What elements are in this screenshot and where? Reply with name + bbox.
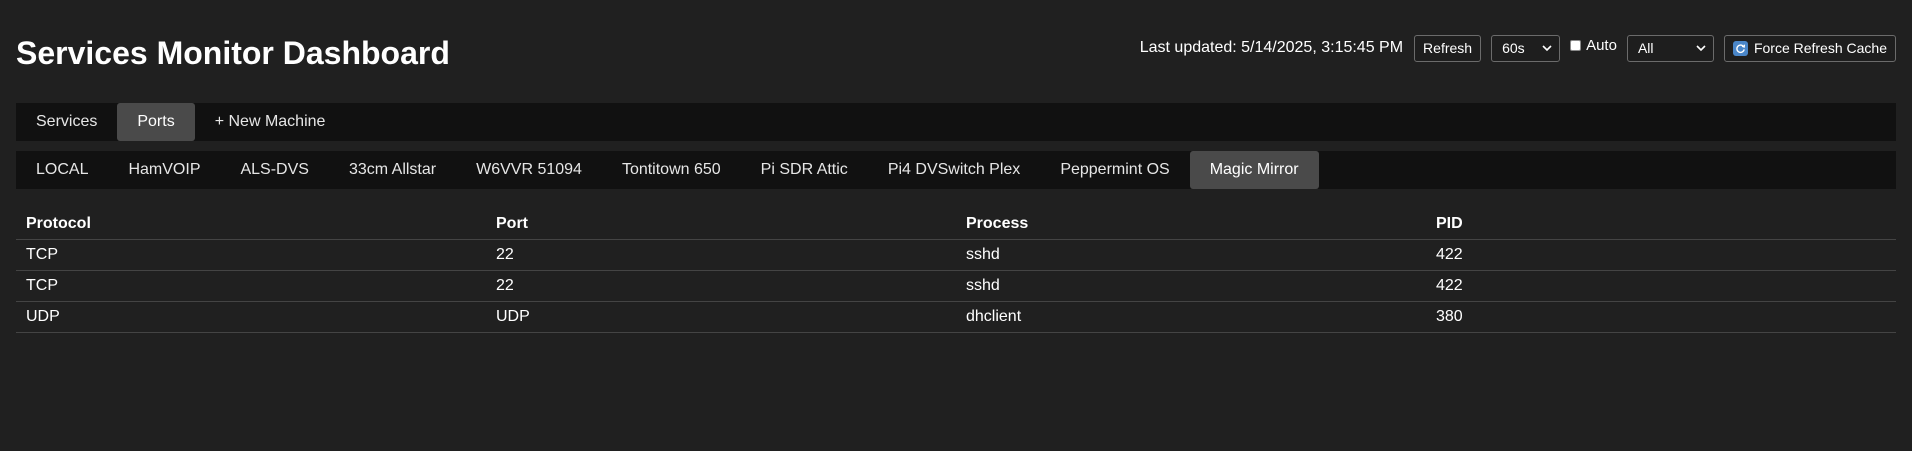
machine-tab-als-dvs[interactable]: ALS-DVS	[220, 151, 328, 189]
cell-process: sshd	[956, 270, 1426, 302]
tab-services[interactable]: Services	[16, 103, 117, 141]
main-tab-bar: Services Ports + New Machine	[16, 103, 1896, 141]
last-updated-text: Last updated: 5/14/2025, 3:15:45 PM	[1139, 39, 1404, 56]
column-header-port: Port	[486, 208, 956, 240]
machine-tab-w6vvr-51094[interactable]: W6VVR 51094	[456, 151, 602, 189]
table-row: TCP 22 sshd 422	[16, 270, 1896, 302]
table-header-row: Protocol Port Process PID	[16, 208, 1896, 240]
cell-pid: 380	[1426, 301, 1896, 333]
dashboard-page: Services Monitor Dashboard Last updated:…	[0, 0, 1912, 451]
cell-port: UDP	[486, 301, 956, 333]
machine-tab-local[interactable]: LOCAL	[16, 151, 108, 189]
machine-tab-hamvoip[interactable]: HamVOIP	[108, 151, 220, 189]
machine-tab-33cm-allstar[interactable]: 33cm Allstar	[329, 151, 456, 189]
tab-ports[interactable]: Ports	[117, 103, 195, 141]
cell-protocol: TCP	[16, 270, 486, 302]
machine-tab-tontitown-650[interactable]: Tontitown 650	[602, 151, 741, 189]
force-refresh-cache-label: Force Refresh Cache	[1753, 40, 1887, 56]
cell-process: dhclient	[956, 301, 1426, 333]
cell-pid: 422	[1426, 239, 1896, 271]
refresh-interval-select[interactable]: 60s	[1491, 34, 1561, 62]
refresh-button[interactable]: Refresh	[1414, 34, 1482, 62]
table-row: TCP 22 sshd 422	[16, 239, 1896, 271]
machine-tab-bar: LOCAL HamVOIP ALS-DVS 33cm Allstar W6VVR…	[16, 151, 1896, 189]
machine-tab-pi-sdr-attic[interactable]: Pi SDR Attic	[741, 151, 868, 189]
chevron-down-icon	[1696, 45, 1706, 52]
auto-refresh-toggle[interactable]: Auto	[1570, 37, 1617, 54]
force-refresh-cache-button[interactable]: Force Refresh Cache	[1723, 34, 1896, 62]
chevron-down-icon	[1542, 45, 1552, 52]
cell-protocol: TCP	[16, 239, 486, 271]
header-controls: Last updated: 5/14/2025, 3:15:45 PM Refr…	[1140, 34, 1896, 62]
tab-new-machine[interactable]: + New Machine	[195, 103, 346, 141]
header: Services Monitor Dashboard Last updated:…	[16, 28, 1896, 78]
auto-refresh-checkbox[interactable]	[1570, 39, 1582, 51]
machine-tab-peppermint-os[interactable]: Peppermint OS	[1040, 151, 1189, 189]
status-filter-select[interactable]: All	[1626, 34, 1714, 62]
cell-process: sshd	[956, 239, 1426, 271]
status-filter-value: All	[1637, 40, 1654, 56]
column-header-pid: PID	[1426, 208, 1896, 240]
ports-table-container: Protocol Port Process PID TCP 22 sshd 42…	[16, 208, 1896, 333]
table-row: UDP UDP dhclient 380	[16, 301, 1896, 333]
refresh-icon	[1732, 40, 1748, 56]
machine-tab-magic-mirror[interactable]: Magic Mirror	[1189, 151, 1319, 189]
page-title: Services Monitor Dashboard	[16, 35, 450, 71]
auto-refresh-label: Auto	[1586, 36, 1617, 54]
cell-pid: 422	[1426, 270, 1896, 302]
refresh-interval-value: 60s	[1502, 40, 1525, 56]
column-header-protocol: Protocol	[16, 208, 486, 240]
ports-table: Protocol Port Process PID TCP 22 sshd 42…	[16, 208, 1896, 333]
cell-protocol: UDP	[16, 301, 486, 333]
column-header-process: Process	[956, 208, 1426, 240]
cell-port: 22	[486, 270, 956, 302]
machine-tab-pi4-dvswitch-plex[interactable]: Pi4 DVSwitch Plex	[868, 151, 1041, 189]
cell-port: 22	[486, 239, 956, 271]
